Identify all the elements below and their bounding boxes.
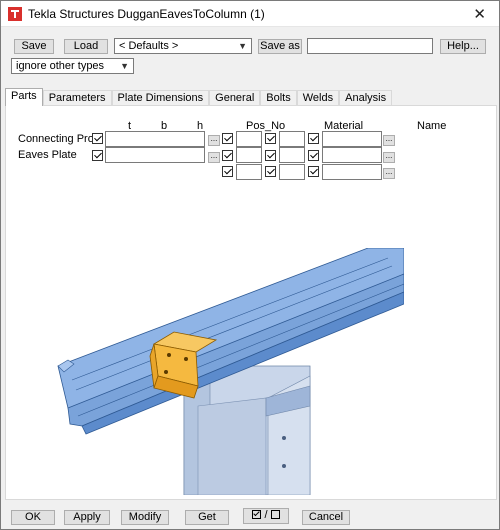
tab-parameters[interactable]: Parameters [42,90,112,106]
eaves-plate-input[interactable] [105,147,205,163]
connecting-profile-material-checkbox[interactable] [308,133,319,144]
connecting-profile-start-checkbox[interactable] [265,133,276,144]
row-label-connecting-profile: Connecting Profil [18,133,102,145]
defaults-select[interactable]: < Defaults > ▼ [114,38,252,54]
help-button[interactable]: Help... [440,39,486,54]
connecting-profile-pos-prefix-input[interactable] [236,131,262,147]
connecting-profile-browse-button[interactable]: ... [208,135,220,146]
connecting-profile-material-browse-button[interactable]: ... [383,135,395,146]
get-button[interactable]: Get [185,510,229,525]
row3-pos-prefix-input[interactable] [236,164,262,180]
modify-button[interactable]: Modify [121,510,169,525]
connecting-profile-input[interactable] [105,131,205,147]
row-label-eaves-plate: Eaves Plate [18,149,77,161]
chevron-down-icon: ▼ [120,61,129,71]
toggle-separator: / [264,509,268,521]
checked-box-icon [252,509,262,519]
connecting-profile-material-input[interactable] [322,131,382,147]
toggle-all-button[interactable]: / [243,508,289,524]
type-filter-value: ignore other types [16,60,105,72]
apply-button[interactable]: Apply [64,510,110,525]
tab-welds[interactable]: Welds [296,90,340,106]
eaves-plate-material-input[interactable] [322,147,382,163]
dialog-window: Tekla Structures DugganEavesToColumn (1)… [0,0,500,530]
defaults-select-value: < Defaults > [119,40,179,52]
save-as-name-input[interactable] [307,38,433,54]
tab-parts[interactable]: Parts [5,88,43,106]
save-button[interactable]: Save [14,39,54,54]
parts-panel: t b h Pos_No Material Name Connecting Pr… [5,105,497,500]
title-bar: Tekla Structures DugganEavesToColumn (1)… [1,1,499,27]
eaves-plate-material-browse-button[interactable]: ... [383,152,395,163]
eaves-plate-start-no-input[interactable] [279,147,305,163]
header-name: Name [417,120,447,132]
tab-bolts[interactable]: Bolts [260,90,297,106]
row3-material-checkbox[interactable] [308,166,319,177]
tab-analysis[interactable]: Analysis [339,90,393,106]
unchecked-box-icon [270,510,280,519]
eaves-plate-checkbox[interactable] [92,150,103,161]
eaves-plate-pos-checkbox[interactable] [222,150,233,161]
save-as-button[interactable]: Save as [258,39,302,54]
eaves-plate-start-checkbox[interactable] [265,150,276,161]
eaves-plate-browse-button[interactable]: ... [208,152,220,163]
tab-plate-dimensions[interactable]: Plate Dimensions [111,90,210,106]
eaves-plate-material-checkbox[interactable] [308,150,319,161]
connecting-profile-start-no-input[interactable] [279,131,305,147]
eaves-plate-pos-prefix-input[interactable] [236,147,262,163]
ok-button[interactable]: OK [11,510,55,525]
row3-start-checkbox[interactable] [265,166,276,177]
row3-start-no-input[interactable] [279,164,305,180]
close-icon[interactable]: ✕ [473,5,486,23]
tekla-app-icon [8,6,22,21]
tab-strip: Parts Parameters Plate Dimensions Genera… [5,88,393,106]
connecting-profile-pos-checkbox[interactable] [222,133,233,144]
load-button[interactable]: Load [64,39,108,54]
chevron-down-icon: ▼ [238,41,247,51]
row3-material-input[interactable] [322,164,382,180]
window-title: Tekla Structures DugganEavesToColumn (1) [28,6,265,21]
row3-pos-checkbox[interactable] [222,166,233,177]
connecting-profile-checkbox[interactable] [92,133,103,144]
tab-general[interactable]: General [209,90,261,106]
row3-material-browse-button[interactable]: ... [383,168,395,179]
type-filter-select[interactable]: ignore other types ▼ [11,58,134,74]
connection-illustration [57,248,404,495]
cancel-button[interactable]: Cancel [302,510,350,525]
